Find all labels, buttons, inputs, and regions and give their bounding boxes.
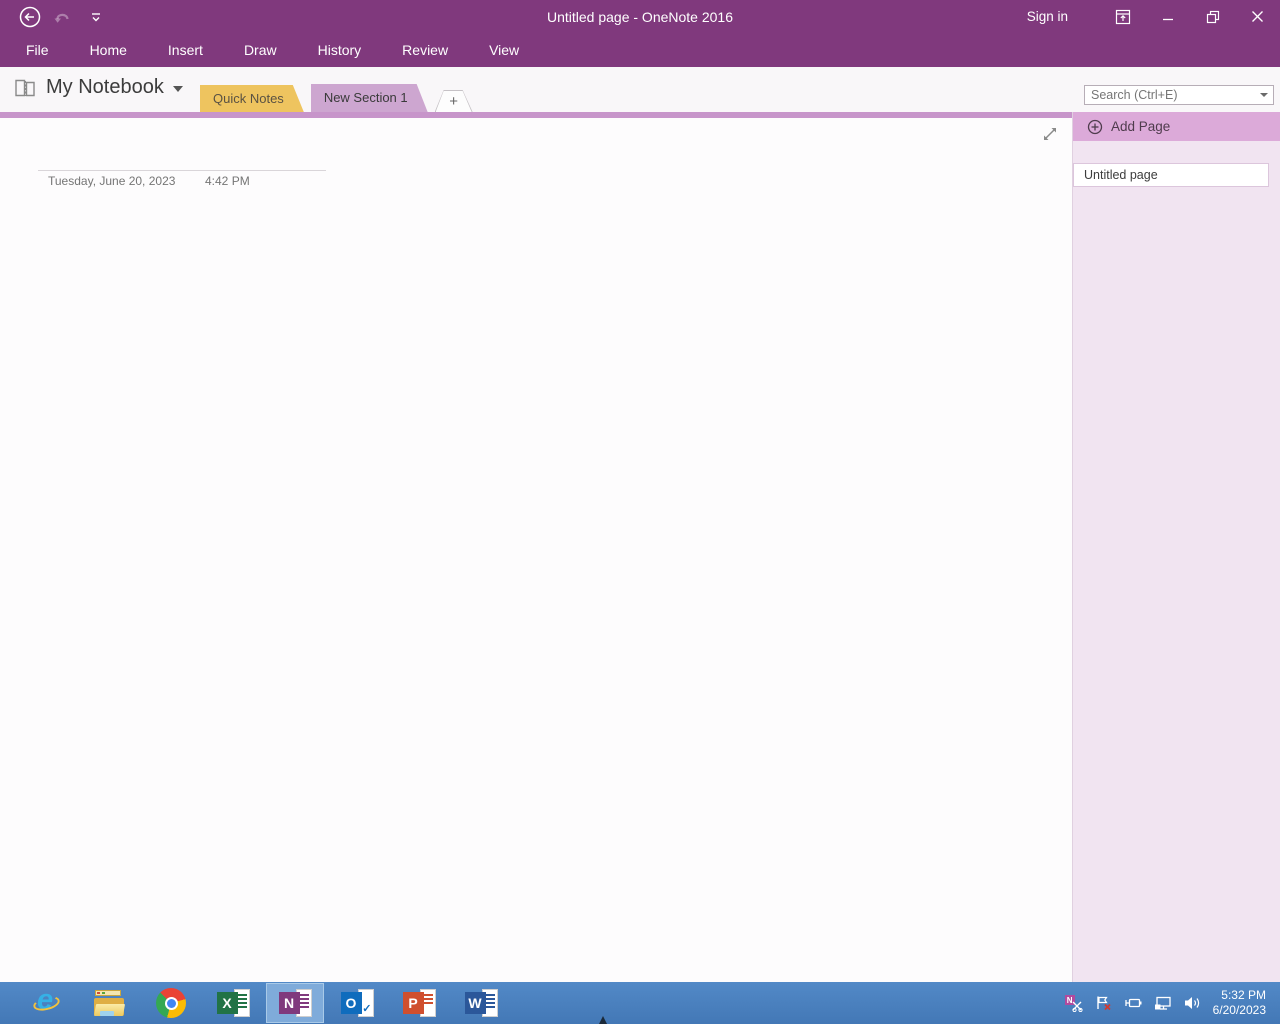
section-tabs: Quick Notes New Section 1 + <box>200 84 473 112</box>
menu-tab-history[interactable]: History <box>314 40 366 60</box>
search-input[interactable] <box>1085 88 1256 102</box>
close-icon <box>1251 10 1264 23</box>
page-time-stamp: 4:42 PM <box>205 174 250 188</box>
mouse-cursor <box>599 1016 607 1024</box>
clock-time: 5:32 PM <box>1213 988 1266 1003</box>
system-tray: N <box>1065 982 1280 1024</box>
menu-tab-view[interactable]: View <box>485 40 523 60</box>
menu-tab-insert[interactable]: Insert <box>164 40 207 60</box>
quick-access-toolbar <box>0 5 108 29</box>
taskbar-word-button[interactable]: W <box>452 983 510 1023</box>
back-button[interactable] <box>18 5 42 29</box>
volume-tray-icon[interactable] <box>1184 996 1201 1010</box>
search-box <box>1084 85 1274 105</box>
clock-date: 6/20/2023 <box>1213 1003 1266 1018</box>
page-item-title: Untitled page <box>1084 168 1158 182</box>
taskbar-outlook-button[interactable]: ✓ O <box>328 983 386 1023</box>
taskbar-powerpoint-button[interactable]: P <box>390 983 448 1023</box>
power-battery-tray-icon[interactable] <box>1124 996 1142 1010</box>
notebook-navigation-bar: My Notebook Quick Notes New Section 1 + <box>0 67 1280 112</box>
onenote-icon: N <box>279 988 312 1018</box>
taskbar-app-buttons: e X <box>0 983 510 1023</box>
excel-icon: X <box>217 988 250 1018</box>
plus-circle-icon <box>1087 119 1103 135</box>
page-date-stamp: Tuesday, June 20, 2023 <box>48 174 175 188</box>
close-button[interactable] <box>1235 0 1280 33</box>
page-canvas[interactable]: Tuesday, June 20, 2023 4:42 PM <box>0 118 1072 982</box>
taskbar-internet-explorer-button[interactable]: e <box>18 983 76 1023</box>
file-explorer-icon <box>94 990 124 1016</box>
restore-button[interactable] <box>1190 0 1235 33</box>
undo-button[interactable] <box>51 5 75 29</box>
create-new-section-button[interactable]: + <box>435 90 473 112</box>
notebook-dropdown[interactable]: My Notebook <box>14 76 183 99</box>
ribbon-display-options-button[interactable] <box>1100 0 1145 33</box>
plus-icon: + <box>449 93 458 110</box>
back-arrow-icon <box>18 5 42 29</box>
chrome-icon <box>156 988 186 1018</box>
page-list-item-untitled-page[interactable]: Untitled page <box>1073 163 1269 187</box>
internet-explorer-icon: e <box>32 988 62 1018</box>
taskbar-file-explorer-button[interactable] <box>80 983 138 1023</box>
minimize-button[interactable] <box>1145 0 1190 33</box>
menu-tab-review[interactable]: Review <box>398 40 452 60</box>
sign-in-link[interactable]: Sign in <box>1027 9 1068 24</box>
section-tab-label: Quick Notes <box>213 91 284 106</box>
taskbar-chrome-button[interactable] <box>142 983 200 1023</box>
onenote-clipper-tray-icon[interactable]: N <box>1065 994 1083 1012</box>
ribbon-display-options-icon <box>1115 9 1131 25</box>
taskbar-clock[interactable]: 5:32 PM 6/20/2023 <box>1213 988 1270 1018</box>
menu-tab-file[interactable]: File <box>22 40 53 60</box>
restore-icon <box>1206 10 1220 24</box>
full-page-view-button[interactable] <box>1042 126 1062 146</box>
undo-icon <box>53 9 73 25</box>
notebook-icon <box>14 77 37 98</box>
word-icon: W <box>465 988 498 1018</box>
customize-quick-access-toolbar-button[interactable] <box>84 5 108 29</box>
taskbar: e X <box>0 982 1280 1024</box>
add-page-label: Add Page <box>1111 119 1170 134</box>
add-page-button[interactable]: Add Page <box>1073 112 1280 141</box>
menu-tab-home[interactable]: Home <box>86 40 131 60</box>
page-list-pane: Add Page Untitled page <box>1072 112 1280 982</box>
expand-diagonal-icon <box>1042 126 1058 142</box>
section-tab-quick-notes[interactable]: Quick Notes <box>200 85 304 112</box>
ribbon-tab-bar: File Home Insert Draw History Review Vie… <box>0 33 1280 67</box>
notebook-dropdown-caret-icon <box>173 86 183 92</box>
title-bar: Untitled page - OneNote 2016 Sign in <box>0 0 1280 33</box>
search-scope-dropdown-icon[interactable] <box>1260 93 1268 97</box>
minimize-icon <box>1162 11 1174 23</box>
notebook-name: My Notebook <box>46 76 164 99</box>
outlook-icon: ✓ O <box>341 988 374 1018</box>
network-tray-icon[interactable] <box>1154 996 1172 1011</box>
powerpoint-icon: P <box>403 988 436 1018</box>
action-center-flag-tray-icon[interactable] <box>1095 995 1112 1011</box>
menu-tab-draw[interactable]: Draw <box>240 40 281 60</box>
taskbar-onenote-button-active[interactable]: N <box>266 983 324 1023</box>
page-title-underline <box>38 170 326 171</box>
section-tab-new-section-1[interactable]: New Section 1 <box>311 84 428 112</box>
qat-dropdown-icon <box>90 11 102 23</box>
section-tab-label: New Section 1 <box>324 90 408 105</box>
titlebar-right-controls: Sign in <box>1027 0 1280 33</box>
taskbar-excel-button[interactable]: X <box>204 983 262 1023</box>
